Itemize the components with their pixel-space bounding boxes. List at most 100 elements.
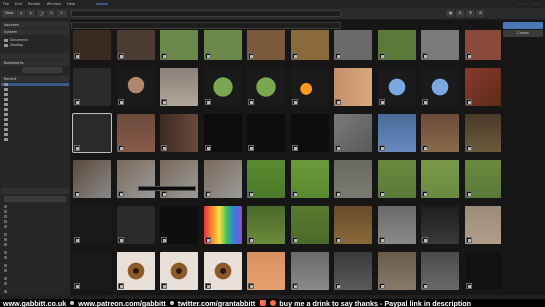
image-thumbnail[interactable] xyxy=(464,68,501,106)
image-thumbnail[interactable] xyxy=(203,160,242,198)
sort-icon[interactable]: ⇅ xyxy=(456,10,464,17)
twitter-link[interactable]: twitter.com/grantabbitt xyxy=(178,299,255,307)
system-section-header[interactable]: System xyxy=(1,29,69,35)
option-row[interactable] xyxy=(4,215,9,218)
view-menu-button[interactable]: View xyxy=(2,10,17,17)
view-layer-selector[interactable] xyxy=(531,3,541,5)
image-thumbnail[interactable] xyxy=(290,252,329,290)
recent-item[interactable] xyxy=(4,113,10,116)
image-thumbnail[interactable] xyxy=(421,206,459,244)
cancel-button[interactable]: Cancel xyxy=(503,30,543,37)
recent-section-header[interactable]: Recent xyxy=(1,76,69,82)
recent-item[interactable] xyxy=(4,88,10,91)
recent-item[interactable] xyxy=(4,133,10,136)
checkbox[interactable] xyxy=(4,225,7,228)
image-thumbnail[interactable] xyxy=(334,252,372,290)
operator-section-header[interactable] xyxy=(1,188,69,194)
import-images-button[interactable] xyxy=(503,22,543,29)
image-thumbnail[interactable] xyxy=(290,206,329,244)
image-thumbnail[interactable] xyxy=(290,160,329,198)
image-thumbnail[interactable] xyxy=(247,206,285,244)
image-thumbnail[interactable] xyxy=(203,206,242,244)
image-thumbnail[interactable] xyxy=(247,114,285,152)
recent-item[interactable] xyxy=(4,123,10,126)
image-thumbnail[interactable] xyxy=(160,30,198,60)
recent-item[interactable] xyxy=(1,83,69,86)
image-thumbnail[interactable] xyxy=(464,160,501,198)
image-thumbnail[interactable] xyxy=(73,206,111,244)
image-thumbnail[interactable] xyxy=(421,68,459,106)
bookmarks-section-header[interactable]: Bookmarks xyxy=(1,60,69,66)
image-thumbnail[interactable] xyxy=(421,160,459,198)
website-link[interactable]: www.gabbitt.co.uk xyxy=(3,299,66,307)
recent-item[interactable] xyxy=(4,118,10,121)
image-thumbnail[interactable] xyxy=(203,68,242,106)
checkbox[interactable] xyxy=(4,233,7,236)
checkbox[interactable] xyxy=(4,243,7,246)
thumbnail-grid[interactable] xyxy=(71,30,501,295)
checkbox[interactable] xyxy=(4,210,7,213)
option-row[interactable] xyxy=(4,264,9,267)
checkbox[interactable] xyxy=(4,277,7,280)
option-row[interactable] xyxy=(4,251,9,254)
image-thumbnail[interactable] xyxy=(160,68,198,106)
image-thumbnail[interactable] xyxy=(421,252,459,290)
recent-item[interactable] xyxy=(4,103,10,106)
image-thumbnail[interactable] xyxy=(334,206,372,244)
option-row[interactable] xyxy=(4,290,9,293)
recent-item[interactable] xyxy=(4,128,10,131)
menu-edit[interactable]: Edit xyxy=(12,2,25,6)
image-thumbnail[interactable] xyxy=(73,30,111,60)
back-button[interactable]: ◂ xyxy=(17,10,25,17)
directory-path-input[interactable] xyxy=(71,10,341,17)
image-thumbnail[interactable] xyxy=(290,114,329,152)
image-thumbnail[interactable] xyxy=(247,252,285,290)
checkbox[interactable] xyxy=(4,251,7,254)
image-thumbnail[interactable] xyxy=(116,30,155,60)
image-thumbnail[interactable] xyxy=(334,68,372,106)
image-thumbnail[interactable] xyxy=(377,160,416,198)
image-thumbnail[interactable] xyxy=(73,252,111,290)
image-thumbnail[interactable] xyxy=(72,113,112,153)
active-tab[interactable] xyxy=(96,3,109,5)
option-row[interactable] xyxy=(4,269,9,272)
option-row[interactable] xyxy=(4,210,9,213)
menu-window[interactable]: Window xyxy=(44,2,64,6)
image-thumbnail[interactable] xyxy=(421,114,459,152)
image-thumbnail[interactable] xyxy=(290,68,329,106)
image-thumbnail[interactable] xyxy=(464,30,501,60)
menu-help[interactable]: Help xyxy=(64,2,78,6)
volumes-section-header[interactable]: Volumes xyxy=(1,22,69,28)
filename-input[interactable] xyxy=(71,22,341,29)
image-thumbnail[interactable] xyxy=(464,114,501,152)
option-row[interactable] xyxy=(4,205,9,208)
image-thumbnail[interactable] xyxy=(203,114,242,152)
option-row[interactable] xyxy=(4,282,9,285)
image-thumbnail[interactable] xyxy=(377,252,416,290)
recent-item[interactable] xyxy=(4,138,10,141)
filter-icon[interactable]: ⧩ xyxy=(466,10,474,17)
image-thumbnail[interactable] xyxy=(247,160,285,198)
forward-button[interactable]: ▸ xyxy=(27,10,35,17)
image-thumbnail[interactable] xyxy=(421,30,459,60)
image-thumbnail[interactable] xyxy=(377,114,416,152)
image-thumbnail[interactable] xyxy=(160,252,198,290)
image-thumbnail[interactable] xyxy=(116,160,155,198)
image-thumbnail[interactable] xyxy=(334,160,372,198)
image-thumbnail[interactable] xyxy=(203,252,242,290)
refresh-icon[interactable]: ↻ xyxy=(47,10,55,17)
image-thumbnail[interactable] xyxy=(73,160,111,198)
option-row[interactable] xyxy=(4,243,9,246)
settings-gear-icon[interactable]: ⚙ xyxy=(476,10,484,17)
checkbox[interactable] xyxy=(4,205,7,208)
checkbox[interactable] xyxy=(4,238,7,241)
image-thumbnail[interactable] xyxy=(247,30,285,60)
image-thumbnail[interactable] xyxy=(334,30,372,60)
menu-render[interactable]: Render xyxy=(25,2,44,6)
option-row[interactable] xyxy=(4,256,9,259)
new-folder-icon[interactable]: + xyxy=(57,10,67,17)
recent-item[interactable] xyxy=(4,98,10,101)
image-thumbnail[interactable] xyxy=(377,206,416,244)
checkbox[interactable] xyxy=(4,256,7,259)
checkbox[interactable] xyxy=(4,220,7,223)
